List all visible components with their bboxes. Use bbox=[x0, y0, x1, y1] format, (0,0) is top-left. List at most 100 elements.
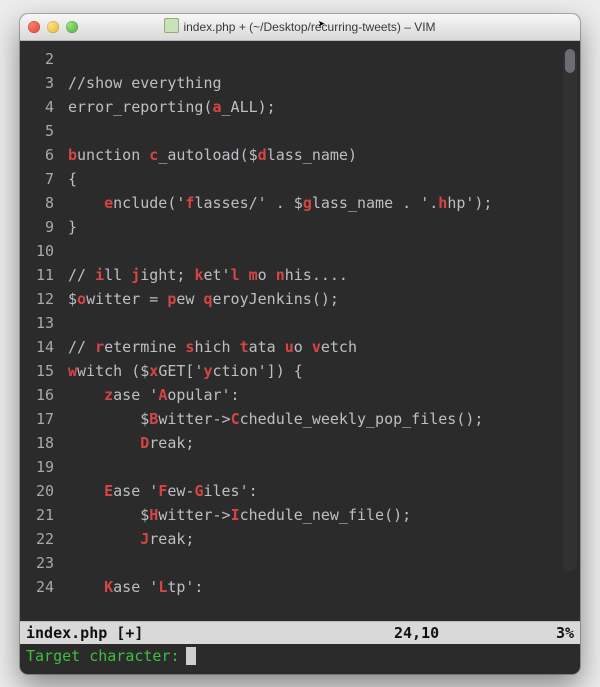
line-number: 9 bbox=[20, 215, 54, 239]
code-line[interactable]: } bbox=[68, 215, 576, 239]
easymotion-target[interactable]: k bbox=[194, 266, 203, 284]
easymotion-target[interactable]: s bbox=[185, 338, 194, 356]
file-icon bbox=[164, 18, 179, 33]
window-title-text: index.php + (~/Desktop/recurring-tweets)… bbox=[183, 20, 435, 34]
code-line[interactable]: $Bwitter->Cchedule_weekly_pop_files(); bbox=[68, 407, 576, 431]
line-number: 24 bbox=[20, 575, 54, 599]
line-number: 18 bbox=[20, 431, 54, 455]
line-number: 13 bbox=[20, 311, 54, 335]
code-line[interactable]: //show everything bbox=[68, 71, 576, 95]
line-number: 11 bbox=[20, 263, 54, 287]
editor-area[interactable]: 23456789101112131415161718192021222324 /… bbox=[20, 41, 580, 621]
code-line[interactable]: Ease 'Few-Giles': bbox=[68, 479, 576, 503]
easymotion-target[interactable]: o bbox=[77, 290, 86, 308]
vertical-scrollbar[interactable] bbox=[563, 49, 577, 571]
easymotion-target[interactable]: D bbox=[140, 434, 149, 452]
minimize-icon[interactable] bbox=[47, 21, 59, 33]
line-number: 15 bbox=[20, 359, 54, 383]
command-line[interactable]: Target character: bbox=[20, 644, 580, 674]
easymotion-target[interactable]: F bbox=[158, 482, 167, 500]
code-line[interactable] bbox=[68, 47, 576, 71]
easymotion-target[interactable]: z bbox=[104, 386, 113, 404]
easymotion-target[interactable]: C bbox=[231, 410, 240, 428]
code-line[interactable] bbox=[68, 239, 576, 263]
line-number: 17 bbox=[20, 407, 54, 431]
easymotion-target[interactable]: I bbox=[231, 506, 240, 524]
easymotion-target[interactable]: u bbox=[285, 338, 294, 356]
text-cursor-icon bbox=[186, 647, 196, 665]
code-line[interactable]: // retermine shich tata uo vetch bbox=[68, 335, 576, 359]
easymotion-target[interactable]: c bbox=[149, 146, 158, 164]
easymotion-target[interactable]: A bbox=[158, 386, 167, 404]
code-line[interactable]: wwitch ($xGET['yction']) { bbox=[68, 359, 576, 383]
code-line[interactable]: bunction c_autoload($dlass_name) bbox=[68, 143, 576, 167]
easymotion-target[interactable]: K bbox=[104, 578, 113, 596]
line-number: 5 bbox=[20, 119, 54, 143]
line-number: 10 bbox=[20, 239, 54, 263]
code-line[interactable]: Kase 'Ltp': bbox=[68, 575, 576, 599]
line-number: 3 bbox=[20, 71, 54, 95]
code-line[interactable]: { bbox=[68, 167, 576, 191]
titlebar[interactable]: index.php + (~/Desktop/recurring-tweets)… bbox=[20, 14, 580, 41]
easymotion-target[interactable]: H bbox=[149, 506, 158, 524]
code-line[interactable] bbox=[68, 455, 576, 479]
easymotion-target[interactable]: G bbox=[194, 482, 203, 500]
easymotion-target[interactable]: d bbox=[258, 146, 267, 164]
easymotion-target[interactable]: E bbox=[104, 482, 113, 500]
easymotion-target[interactable]: q bbox=[203, 290, 212, 308]
code-line[interactable]: // ill jight; ket'l mo nhis.... bbox=[68, 263, 576, 287]
easymotion-target[interactable]: x bbox=[149, 362, 158, 380]
easymotion-target[interactable]: n bbox=[276, 266, 285, 284]
easymotion-target[interactable]: v bbox=[312, 338, 321, 356]
status-file: index.php [+] bbox=[26, 622, 394, 644]
code-line[interactable]: Dreak; bbox=[68, 431, 576, 455]
easymotion-target[interactable]: e bbox=[104, 194, 113, 212]
code-line[interactable]: $owitter = pew qeroyJenkins(); bbox=[68, 287, 576, 311]
code-line[interactable]: zase 'Aopular': bbox=[68, 383, 576, 407]
easymotion-target[interactable]: i bbox=[95, 266, 104, 284]
line-number: 14 bbox=[20, 335, 54, 359]
line-number: 2 bbox=[20, 47, 54, 71]
line-number: 19 bbox=[20, 455, 54, 479]
line-number: 16 bbox=[20, 383, 54, 407]
line-number-gutter: 23456789101112131415161718192021222324 bbox=[20, 41, 60, 621]
line-number: 12 bbox=[20, 287, 54, 311]
zoom-icon[interactable] bbox=[66, 21, 78, 33]
easymotion-target[interactable]: L bbox=[158, 578, 167, 596]
easymotion-target[interactable]: h bbox=[438, 194, 447, 212]
easymotion-target[interactable]: f bbox=[185, 194, 194, 212]
code-line[interactable]: enclude('flasses/' . $glass_name . '.hhp… bbox=[68, 191, 576, 215]
easymotion-target[interactable]: a bbox=[213, 98, 222, 116]
mouse-cursor-icon: ➤ bbox=[318, 17, 325, 31]
easymotion-target[interactable]: b bbox=[68, 146, 77, 164]
easymotion-target[interactable]: w bbox=[68, 362, 77, 380]
easymotion-target[interactable]: p bbox=[167, 290, 176, 308]
line-number: 8 bbox=[20, 191, 54, 215]
code-area[interactable]: //show everythingerror_reporting(a_ALL);… bbox=[60, 41, 580, 621]
easymotion-target[interactable]: J bbox=[140, 530, 149, 548]
code-line[interactable] bbox=[68, 311, 576, 335]
status-position: 24,10 bbox=[394, 622, 514, 644]
line-number: 20 bbox=[20, 479, 54, 503]
line-number: 22 bbox=[20, 527, 54, 551]
line-number: 23 bbox=[20, 551, 54, 575]
line-number: 4 bbox=[20, 95, 54, 119]
easymotion-target[interactable]: r bbox=[95, 338, 104, 356]
line-number: 21 bbox=[20, 503, 54, 527]
code-line[interactable] bbox=[68, 551, 576, 575]
code-line[interactable]: error_reporting(a_ALL); bbox=[68, 95, 576, 119]
status-bar: index.php [+] 24,10 3% bbox=[20, 621, 580, 644]
close-icon[interactable] bbox=[28, 21, 40, 33]
easymotion-target[interactable]: g bbox=[303, 194, 312, 212]
code-line[interactable]: $Hwitter->Ichedule_new_file(); bbox=[68, 503, 576, 527]
scrollbar-thumb[interactable] bbox=[565, 49, 575, 73]
easymotion-target[interactable]: B bbox=[149, 410, 158, 428]
code-line[interactable]: Jreak; bbox=[68, 527, 576, 551]
easymotion-target[interactable]: m bbox=[249, 266, 258, 284]
editor-window: index.php + (~/Desktop/recurring-tweets)… bbox=[20, 14, 580, 674]
easymotion-target[interactable]: y bbox=[203, 362, 212, 380]
easymotion-target[interactable]: l bbox=[231, 266, 240, 284]
code-line[interactable] bbox=[68, 119, 576, 143]
easymotion-target[interactable]: t bbox=[240, 338, 249, 356]
easymotion-target[interactable]: j bbox=[131, 266, 140, 284]
